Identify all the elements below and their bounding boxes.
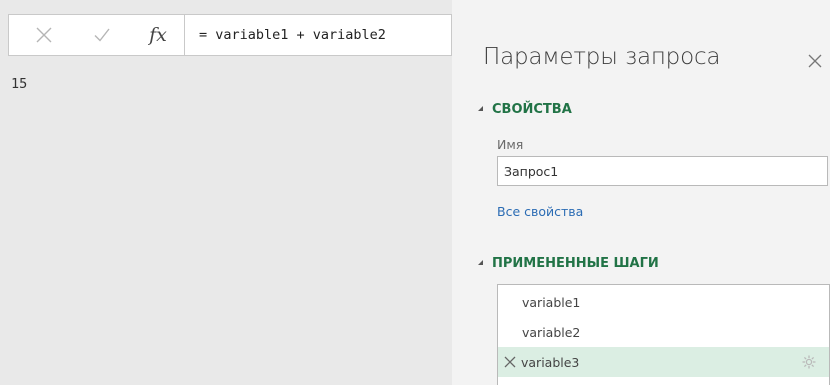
step-label: variable1 bbox=[522, 294, 581, 310]
main-preview-area: fx = variable1 + variable2 15 bbox=[0, 0, 452, 385]
formula-bar-buttons: fx bbox=[9, 15, 179, 55]
pane-title: Параметры запроса bbox=[483, 44, 721, 70]
step-label: variable2 bbox=[522, 324, 581, 340]
result-value: 15 bbox=[11, 76, 28, 92]
applied-steps-section-header[interactable]: ПРИМЕНЕННЫЕ ШАГИ bbox=[478, 256, 659, 271]
cancel-icon[interactable] bbox=[29, 15, 59, 55]
collapse-triangle-icon bbox=[478, 106, 483, 111]
query-name-input[interactable] bbox=[497, 156, 828, 186]
name-label: Имя bbox=[497, 137, 524, 152]
formula-bar: fx = variable1 + variable2 bbox=[8, 14, 452, 56]
close-icon[interactable] bbox=[806, 52, 824, 70]
applied-steps-list: variable1 variable2 variable3 bbox=[497, 284, 830, 385]
properties-header-label: СВОЙСТВА bbox=[492, 102, 572, 117]
query-settings-pane: Параметры запроса СВОЙСТВА Имя Все свойс… bbox=[452, 0, 830, 385]
delete-step-icon[interactable] bbox=[502, 354, 518, 370]
checkmark-icon[interactable] bbox=[87, 15, 117, 55]
gear-icon[interactable] bbox=[801, 354, 817, 370]
properties-section-header[interactable]: СВОЙСТВА bbox=[478, 102, 572, 117]
step-item-variable2[interactable]: variable2 bbox=[498, 317, 829, 347]
step-item-variable3[interactable]: variable3 bbox=[498, 347, 829, 377]
all-properties-link[interactable]: Все свойства bbox=[497, 204, 583, 219]
step-label: variable3 bbox=[521, 354, 580, 370]
fx-icon[interactable]: fx bbox=[143, 15, 173, 55]
formula-input[interactable]: = variable1 + variable2 bbox=[184, 15, 452, 55]
step-item-variable1[interactable]: variable1 bbox=[498, 287, 829, 317]
collapse-triangle-icon bbox=[478, 260, 483, 265]
applied-steps-header-label: ПРИМЕНЕННЫЕ ШАГИ bbox=[492, 256, 659, 271]
